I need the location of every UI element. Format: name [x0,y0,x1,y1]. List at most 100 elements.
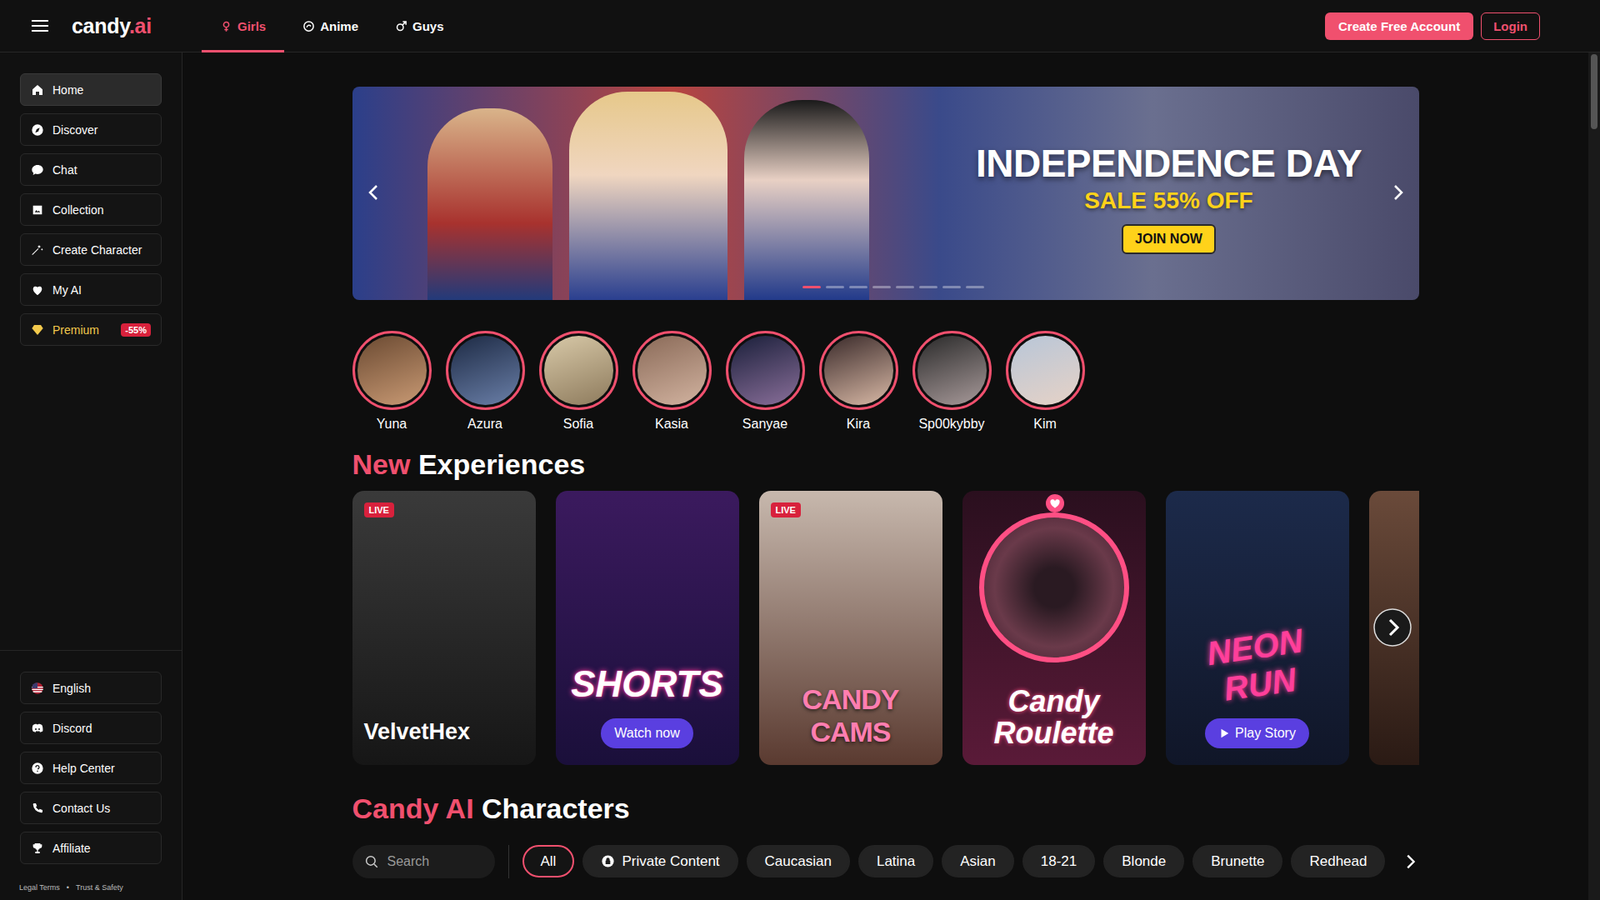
heart-icon [1045,494,1065,513]
sidebar-footer-item[interactable]: Help Center [20,751,162,785]
search-input[interactable] [385,853,484,870]
experience-card[interactable]: SHORTS Watch now [555,490,740,765]
card-title: SHORTS [570,663,724,705]
search-field[interactable] [352,845,495,879]
sidebar-footer-item[interactable]: Discord [20,711,162,745]
story-avatar [1005,330,1085,410]
sidebar-item[interactable]: Home [20,73,162,106]
logo-suffix: .ai [129,14,152,38]
story[interactable]: Azura [445,330,525,432]
scrollbar[interactable] [1588,52,1600,900]
legal-link[interactable]: Legal Terms [19,883,60,892]
carousel-dot[interactable] [919,285,938,289]
join-button[interactable]: JOIN NOW [1121,224,1216,255]
story[interactable]: Yuna [352,330,432,432]
story[interactable]: Kasia [632,330,712,432]
phone-icon [30,801,45,815]
sidebar-footer-item[interactable]: English [20,671,162,705]
experience-card[interactable]: LIVE CANDY CAMS [759,490,943,765]
brand: candy.ai [0,14,183,39]
nav-tab[interactable]: Anime [284,0,377,53]
logo[interactable]: candy.ai [71,14,152,39]
nav-tab[interactable]: Girls [201,0,285,53]
story-avatar [445,330,525,410]
live-badge: LIVE [364,502,395,518]
experiences-title: New Experiences [352,449,1420,480]
wheel-image [979,512,1130,663]
nav-tabs: GirlsAnimeGuys [201,0,463,53]
main-content: INDEPENDENCE DAYSALE 55% OFFJOIN NOWYuna… [182,52,1589,900]
sidebar-item[interactable]: Collection [20,193,162,226]
sidebar-item[interactable]: Create Character [20,233,162,266]
top-bar: candy.ai GirlsAnimeGuys Create Free Accoun… [0,0,1600,53]
banner-text: INDEPENDENCE DAYSALE 55% OFFJOIN NOW [952,86,1420,300]
story[interactable]: Sanyae [725,330,805,432]
menu-icon[interactable] [30,15,50,36]
sidebar-item[interactable]: Chat [20,153,162,186]
filter-chip[interactable]: Blonde [1103,845,1185,878]
experience-card[interactable]: LIVEVelvetHex [352,490,536,765]
login-button[interactable]: Login [1480,12,1540,40]
sidebar-item[interactable]: Discover [20,113,162,146]
carousel-dot[interactable] [802,285,821,289]
filter-chip[interactable]: 18-21 [1022,845,1095,878]
private-icon [600,854,615,869]
story[interactable]: Sofia [539,330,619,432]
wand-icon [30,243,45,257]
discord-icon [30,721,45,735]
carousel-dot[interactable] [872,285,891,289]
chevron-right-icon[interactable] [1387,182,1408,203]
female-icon [220,20,233,33]
card-button[interactable]: Play Story [1205,718,1310,749]
sidebar-footer-item[interactable]: Contact Us [20,791,162,825]
chevron-right-icon[interactable] [1400,852,1420,871]
experience-card[interactable]: Candy Roulette [962,490,1146,765]
play-icon [1218,727,1230,740]
carousel-dot[interactable] [942,285,961,289]
legal-link[interactable]: Trust & Safety [75,883,124,892]
filter-chip[interactable]: Caucasian [746,845,850,878]
gallery-icon [30,203,45,217]
banner-image [352,86,953,300]
logo-name: candy [71,14,130,38]
sidebar-footer-item[interactable]: Affiliate [20,831,162,865]
search-icon [364,854,380,870]
story-avatar [632,330,712,410]
story[interactable]: Kira [819,330,899,432]
header-actions: Create Free AccountLogin [1325,12,1600,40]
chevron-right-icon[interactable] [1372,607,1413,648]
filter-chip[interactable]: Private Content [582,845,738,878]
carousel-dots [802,285,985,289]
card-title: CANDY CAMS [770,683,931,749]
carousel-dot[interactable] [965,285,985,289]
sidebar-item[interactable]: Premium-55% [20,313,162,346]
sidebar-footer: English Discord Help Center Contact Us Affil… [0,650,182,900]
flag-icon [30,681,45,695]
filter-chip[interactable]: Brunette [1192,845,1283,878]
filter-chip[interactable]: Asian [941,845,1015,878]
app: candy.ai GirlsAnimeGuys Create Free Accoun… [0,0,1600,900]
filter-chip[interactable]: Latina [858,845,934,878]
story[interactable]: Kim [1005,330,1085,432]
trophy-icon [30,841,45,855]
sidebar-menu: Home Discover Chat Collection Create Charact… [0,52,182,650]
card-button[interactable]: Watch now [600,718,694,749]
banner-subtitle: SALE 55% OFF [1084,187,1253,215]
create-account-button[interactable]: Create Free Account [1325,12,1474,40]
filter-chip[interactable]: All [522,845,575,878]
carousel-dot[interactable] [849,285,868,289]
story[interactable]: Sp00kybby [912,330,992,432]
filter-chip[interactable]: Redhead [1290,845,1385,878]
chevron-left-icon[interactable] [364,182,385,203]
nav-tab[interactable]: Guys [376,0,463,53]
discount-badge: -55% [120,323,151,337]
sidebar-item[interactable]: My AI [20,273,162,306]
characters-title: Candy AI Characters [352,793,1420,825]
live-badge: LIVE [770,502,801,518]
promo-banner[interactable]: INDEPENDENCE DAYSALE 55% OFFJOIN NOW [352,86,1420,300]
experience-card[interactable]: NEON RUNPlay Story [1165,490,1350,765]
carousel-dot[interactable] [895,285,915,289]
compass-icon [30,123,45,137]
carousel-dot[interactable] [825,285,845,289]
story-avatar [725,330,805,410]
